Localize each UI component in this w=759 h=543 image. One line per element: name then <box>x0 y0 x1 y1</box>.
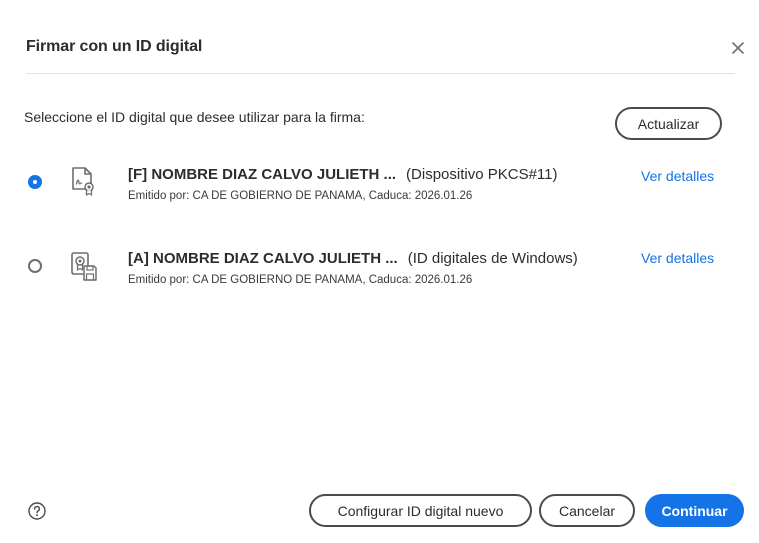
select-id-prompt: Seleccione el ID digital que desee utili… <box>24 109 365 125</box>
close-icon <box>732 42 744 54</box>
digital-id-label: [A] NOMBRE DIAZ CALVO JULIETH ... <box>128 250 398 267</box>
close-button[interactable] <box>729 38 747 58</box>
title-divider <box>26 73 735 74</box>
view-details-link[interactable]: Ver detalles <box>641 168 714 184</box>
certificate-document-icon <box>72 167 94 196</box>
digital-id-details: Emitido por: CA DE GOBIERNO DE PANAMA, C… <box>128 274 473 286</box>
help-icon[interactable] <box>28 502 46 520</box>
continue-button[interactable]: Continuar <box>645 494 744 527</box>
sign-with-digital-id-dialog: Firmar con un ID digital Seleccione el I… <box>0 0 759 543</box>
radio-selected[interactable] <box>28 175 42 189</box>
certificate-store-icon <box>71 252 97 281</box>
digital-id-details: Emitido por: CA DE GOBIERNO DE PANAMA, C… <box>128 190 473 202</box>
radio-unselected[interactable] <box>28 259 42 273</box>
refresh-button[interactable]: Actualizar <box>615 107 722 140</box>
view-details-link[interactable]: Ver detalles <box>641 250 714 266</box>
dialog-title: Firmar con un ID digital <box>26 38 203 55</box>
digital-id-type: (ID digitales de Windows) <box>407 250 578 267</box>
configure-new-digital-id-button[interactable]: Configurar ID digital nuevo <box>309 494 532 527</box>
cancel-button[interactable]: Cancelar <box>539 494 635 527</box>
digital-id-name: [F] NOMBRE DIAZ CALVO JULIETH ... (Dispos… <box>128 166 558 183</box>
digital-id-name: [A] NOMBRE DIAZ CALVO JULIETH ... (ID dig… <box>128 250 578 267</box>
digital-id-label: [F] NOMBRE DIAZ CALVO JULIETH ... <box>128 166 397 183</box>
digital-id-type: (Dispositivo PKCS#11) <box>406 166 558 183</box>
